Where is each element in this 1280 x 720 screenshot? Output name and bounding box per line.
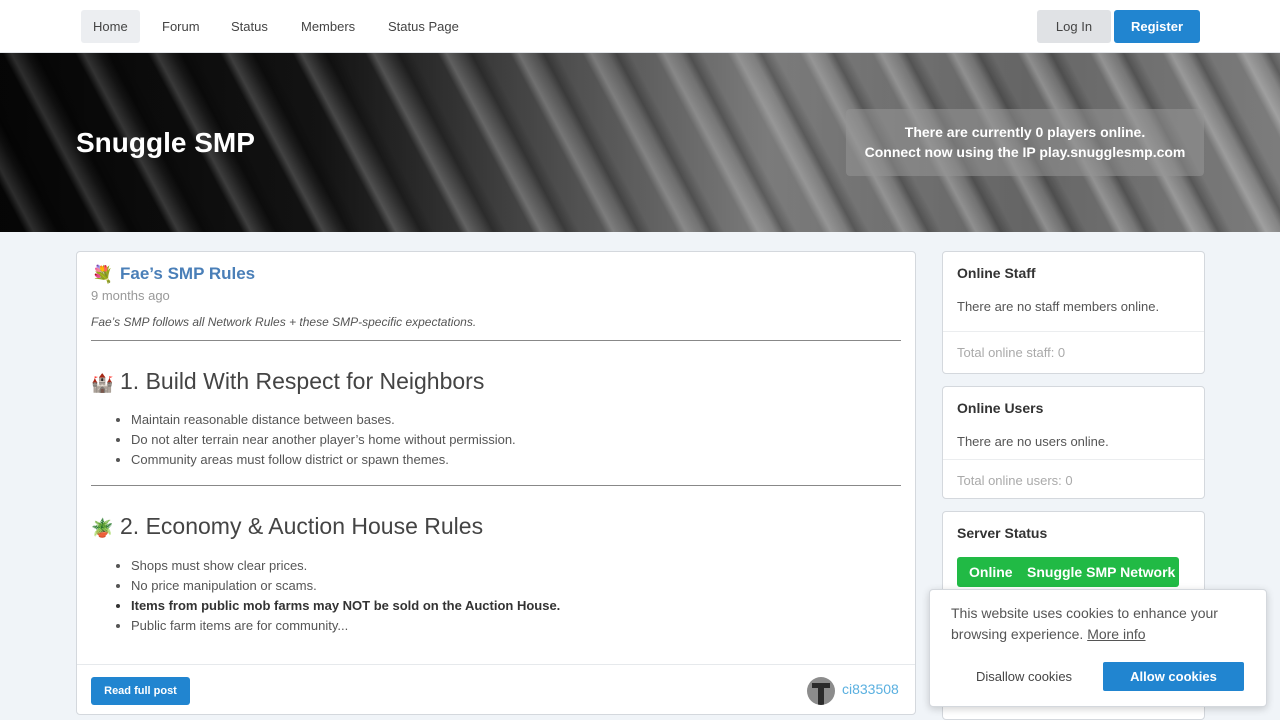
- divider: [943, 331, 1204, 332]
- card-text: There are no staff members online.: [957, 299, 1160, 314]
- card-title: Online Staff: [957, 265, 1036, 281]
- potted-plant-icon: 🪴: [91, 518, 114, 538]
- top-navbar: Home Forum Status Members Status Page Lo…: [0, 0, 1280, 53]
- card-footer: Total online users: 0: [957, 473, 1073, 488]
- online-users-card: Online Users There are no users online. …: [942, 386, 1205, 499]
- list-item: Do not alter terrain near another player…: [131, 430, 516, 450]
- rule-list: Maintain reasonable distance between bas…: [131, 410, 516, 470]
- nav-home[interactable]: Home: [81, 10, 140, 43]
- list-item: Maintain reasonable distance between bas…: [131, 410, 516, 430]
- post-title[interactable]: Fae’s SMP Rules: [120, 264, 255, 284]
- card-footer: Total online staff: 0: [957, 345, 1066, 360]
- bouquet-icon: 💐: [92, 265, 114, 284]
- divider: [91, 485, 901, 486]
- hero-banner: Snuggle SMP There are currently 0 player…: [0, 53, 1280, 232]
- post-intro: Fae’s SMP follows all Network Rules + th…: [91, 315, 477, 329]
- section-heading: 2. Economy & Auction House Rules: [120, 513, 484, 539]
- cookie-banner: This website uses cookies to enhance you…: [929, 589, 1267, 707]
- online-staff-card: Online Staff There are no staff members …: [942, 251, 1205, 374]
- section-heading: 1. Build With Respect for Neighbors: [120, 368, 485, 394]
- card-text: There are no users online.: [957, 434, 1109, 449]
- nav-status[interactable]: Status: [219, 10, 280, 43]
- avatar[interactable]: [807, 677, 835, 705]
- server-info-box: There are currently 0 players online. Co…: [846, 109, 1204, 176]
- site-title: Snuggle SMP: [76, 127, 255, 158]
- castle-icon: 🏰: [91, 373, 114, 393]
- post-footer: Read full post ci833508: [77, 664, 915, 715]
- list-item: No price manipulation or scams.: [131, 576, 560, 596]
- list-item: Shops must show clear prices.: [131, 556, 560, 576]
- nav-status-page[interactable]: Status Page: [376, 10, 471, 43]
- network-label: Snuggle SMP Network: [1027, 564, 1176, 580]
- divider: [91, 340, 901, 341]
- news-post-card: 💐 Fae’s SMP Rules 9 months ago Fae’s SMP…: [76, 251, 916, 715]
- read-full-post-button[interactable]: Read full post: [91, 677, 190, 705]
- players-online-text: There are currently 0 players online.: [904, 124, 1146, 140]
- avatar-shape: [818, 688, 824, 705]
- status-badge[interactable]: Online Snuggle SMP Network: [957, 557, 1179, 587]
- nav-forum[interactable]: Forum: [150, 10, 212, 43]
- nav-members[interactable]: Members: [289, 10, 367, 43]
- connect-ip-text[interactable]: Connect now using the IP play.snugglesmp…: [846, 142, 1204, 162]
- cookie-message: This website uses cookies to enhance you…: [951, 603, 1251, 645]
- post-timestamp: 9 months ago: [91, 288, 170, 303]
- author-link[interactable]: ci833508: [842, 681, 899, 697]
- cookie-text: This website uses cookies to enhance you…: [951, 605, 1218, 642]
- card-title: Online Users: [957, 400, 1044, 416]
- divider: [943, 459, 1204, 460]
- card-title: Server Status: [957, 525, 1048, 541]
- list-item: Community areas must follow district or …: [131, 450, 516, 470]
- more-info-link[interactable]: More info: [1087, 626, 1145, 642]
- allow-cookies-button[interactable]: Allow cookies: [1103, 662, 1244, 691]
- rule-list: Shops must show clear prices. No price m…: [131, 556, 560, 636]
- register-button[interactable]: Register: [1114, 10, 1200, 43]
- disallow-cookies-button[interactable]: Disallow cookies: [951, 663, 1097, 691]
- status-label: Online: [969, 564, 1013, 580]
- login-button[interactable]: Log In: [1037, 10, 1111, 43]
- list-item: Items from public mob farms may NOT be s…: [131, 596, 560, 616]
- list-item: Public farm items are for community...: [131, 616, 560, 636]
